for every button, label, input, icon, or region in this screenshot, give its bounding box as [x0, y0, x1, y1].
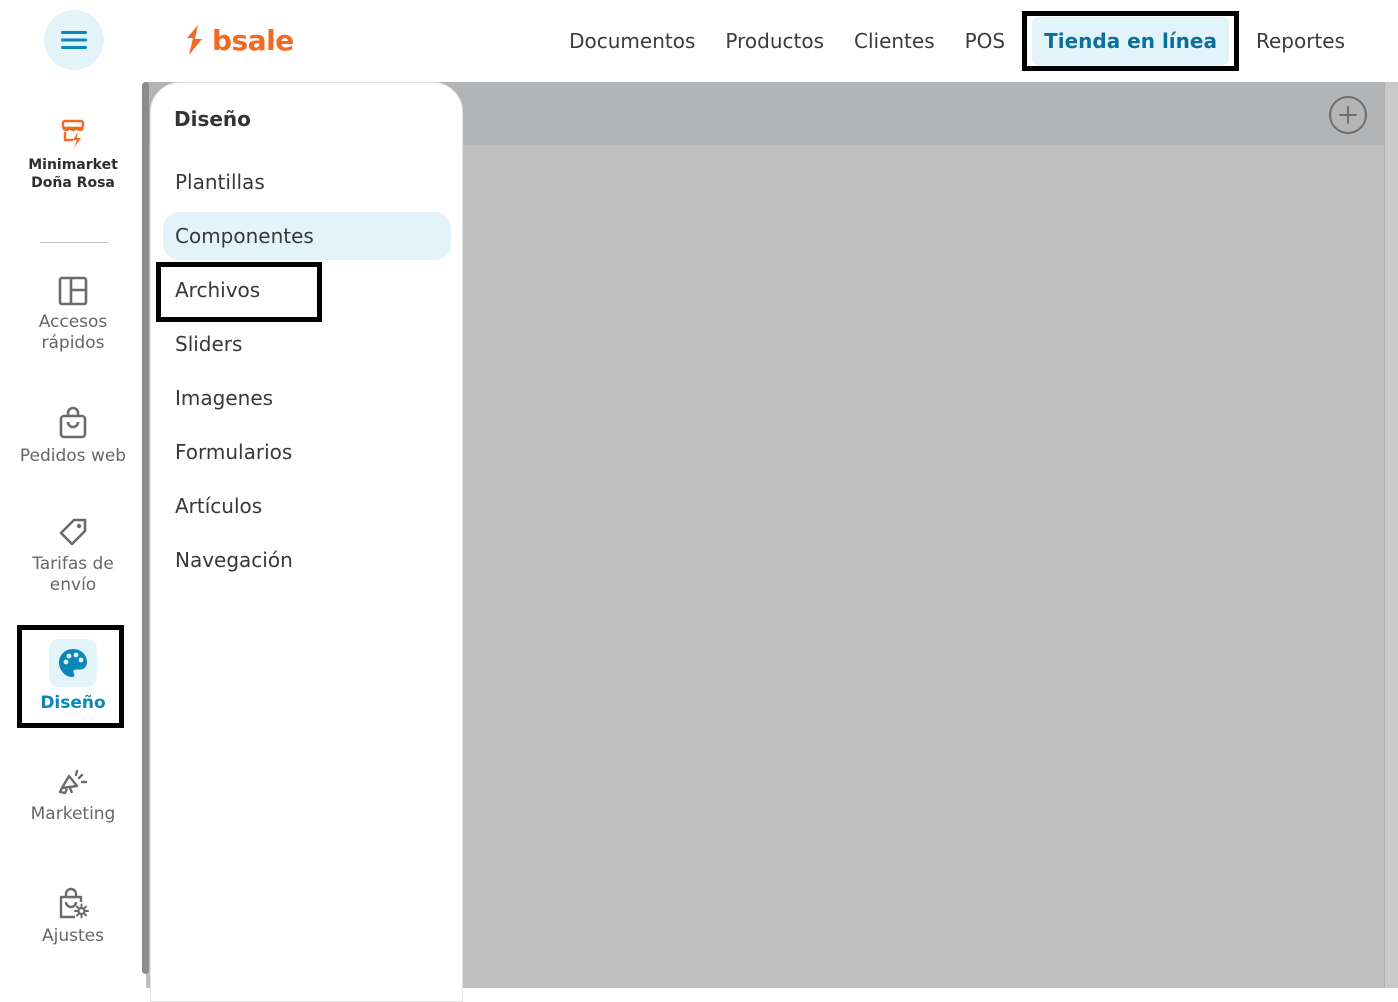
submenu-item-imagenes[interactable]: Imagenes — [163, 374, 451, 422]
settings-bag-icon — [59, 887, 89, 919]
sidebar-item-label: envío — [49, 575, 97, 595]
megaphone-icon — [58, 769, 88, 795]
left-sidebar: Minimarket Doña Rosa Accesos rápidos Ped… — [0, 82, 149, 988]
store-icon — [61, 119, 85, 148]
submenu-item-formularios[interactable]: Formularios — [163, 428, 451, 476]
store-selector[interactable]: Minimarket Doña Rosa — [0, 118, 146, 192]
sidebar-item-ajustes[interactable]: Ajustes — [0, 886, 146, 947]
sidebar-scrollbar[interactable] — [142, 82, 149, 974]
main-scrollbar[interactable] — [1384, 82, 1398, 988]
nav-clientes[interactable]: Clientes — [839, 29, 950, 53]
top-navigation: Documentos Productos Clientes POS Tienda… — [554, 0, 1360, 82]
store-name-line1: Minimarket — [28, 157, 118, 173]
sidebar-item-label: Accesos — [38, 312, 108, 332]
nav-tienda-en-linea-label: Tienda en línea — [1032, 17, 1229, 65]
submenu-item-plantillas[interactable]: Plantillas — [163, 158, 451, 206]
nav-tienda-en-linea[interactable]: Tienda en línea — [1022, 11, 1239, 71]
sidebar-item-label: Diseño — [40, 693, 106, 713]
active-icon-background — [49, 639, 97, 687]
sidebar-item-diseno[interactable]: Diseño — [0, 639, 146, 714]
nav-productos[interactable]: Productos — [710, 29, 839, 53]
sidebar-item-accesos-rapidos[interactable]: Accesos rápidos — [0, 276, 146, 354]
add-button[interactable] — [1329, 96, 1367, 134]
sidebar-item-label: Tarifas de — [32, 554, 114, 574]
sidebar-divider — [40, 242, 108, 243]
nav-documentos[interactable]: Documentos — [554, 29, 710, 53]
logo-text: bsale — [212, 23, 294, 57]
sidebar-item-pedidos-web[interactable]: Pedidos web — [0, 406, 146, 467]
submenu-item-sliders[interactable]: Sliders — [163, 320, 451, 368]
plus-circle-icon — [1339, 106, 1357, 124]
submenu-item-navegacion[interactable]: Navegación — [163, 536, 451, 584]
bsale-logo[interactable]: bsale — [182, 22, 294, 58]
sidebar-item-label: Ajustes — [42, 926, 104, 946]
sidebar-item-tarifas-envio[interactable]: Tarifas de envío — [0, 516, 146, 596]
palette-icon — [59, 649, 87, 677]
submenu-panel: Diseño Plantillas Componentes Archivos S… — [150, 82, 463, 1002]
archivos-highlight-box — [156, 262, 322, 322]
store-name-line2: Doña Rosa — [31, 175, 115, 191]
top-bar: bsale Documentos Productos Clientes POS … — [0, 0, 1398, 82]
submenu-item-componentes[interactable]: Componentes — [163, 212, 451, 260]
nav-reportes[interactable]: Reportes — [1241, 29, 1360, 53]
shopping-bag-icon — [59, 406, 87, 439]
tag-icon — [59, 518, 87, 546]
menu-toggle-button[interactable] — [44, 10, 104, 70]
submenu-item-articulos[interactable]: Artículos — [163, 482, 451, 530]
sidebar-item-label: rápidos — [41, 333, 105, 353]
hamburger-icon — [61, 31, 87, 49]
submenu-title: Diseño — [174, 107, 251, 131]
sidebar-item-label: Pedidos web — [19, 446, 127, 466]
layout-icon — [58, 276, 88, 306]
nav-pos[interactable]: POS — [950, 29, 1021, 53]
bsale-bolt-icon — [187, 25, 202, 55]
sidebar-item-label: Marketing — [30, 804, 116, 824]
sidebar-item-marketing[interactable]: Marketing — [0, 766, 146, 825]
